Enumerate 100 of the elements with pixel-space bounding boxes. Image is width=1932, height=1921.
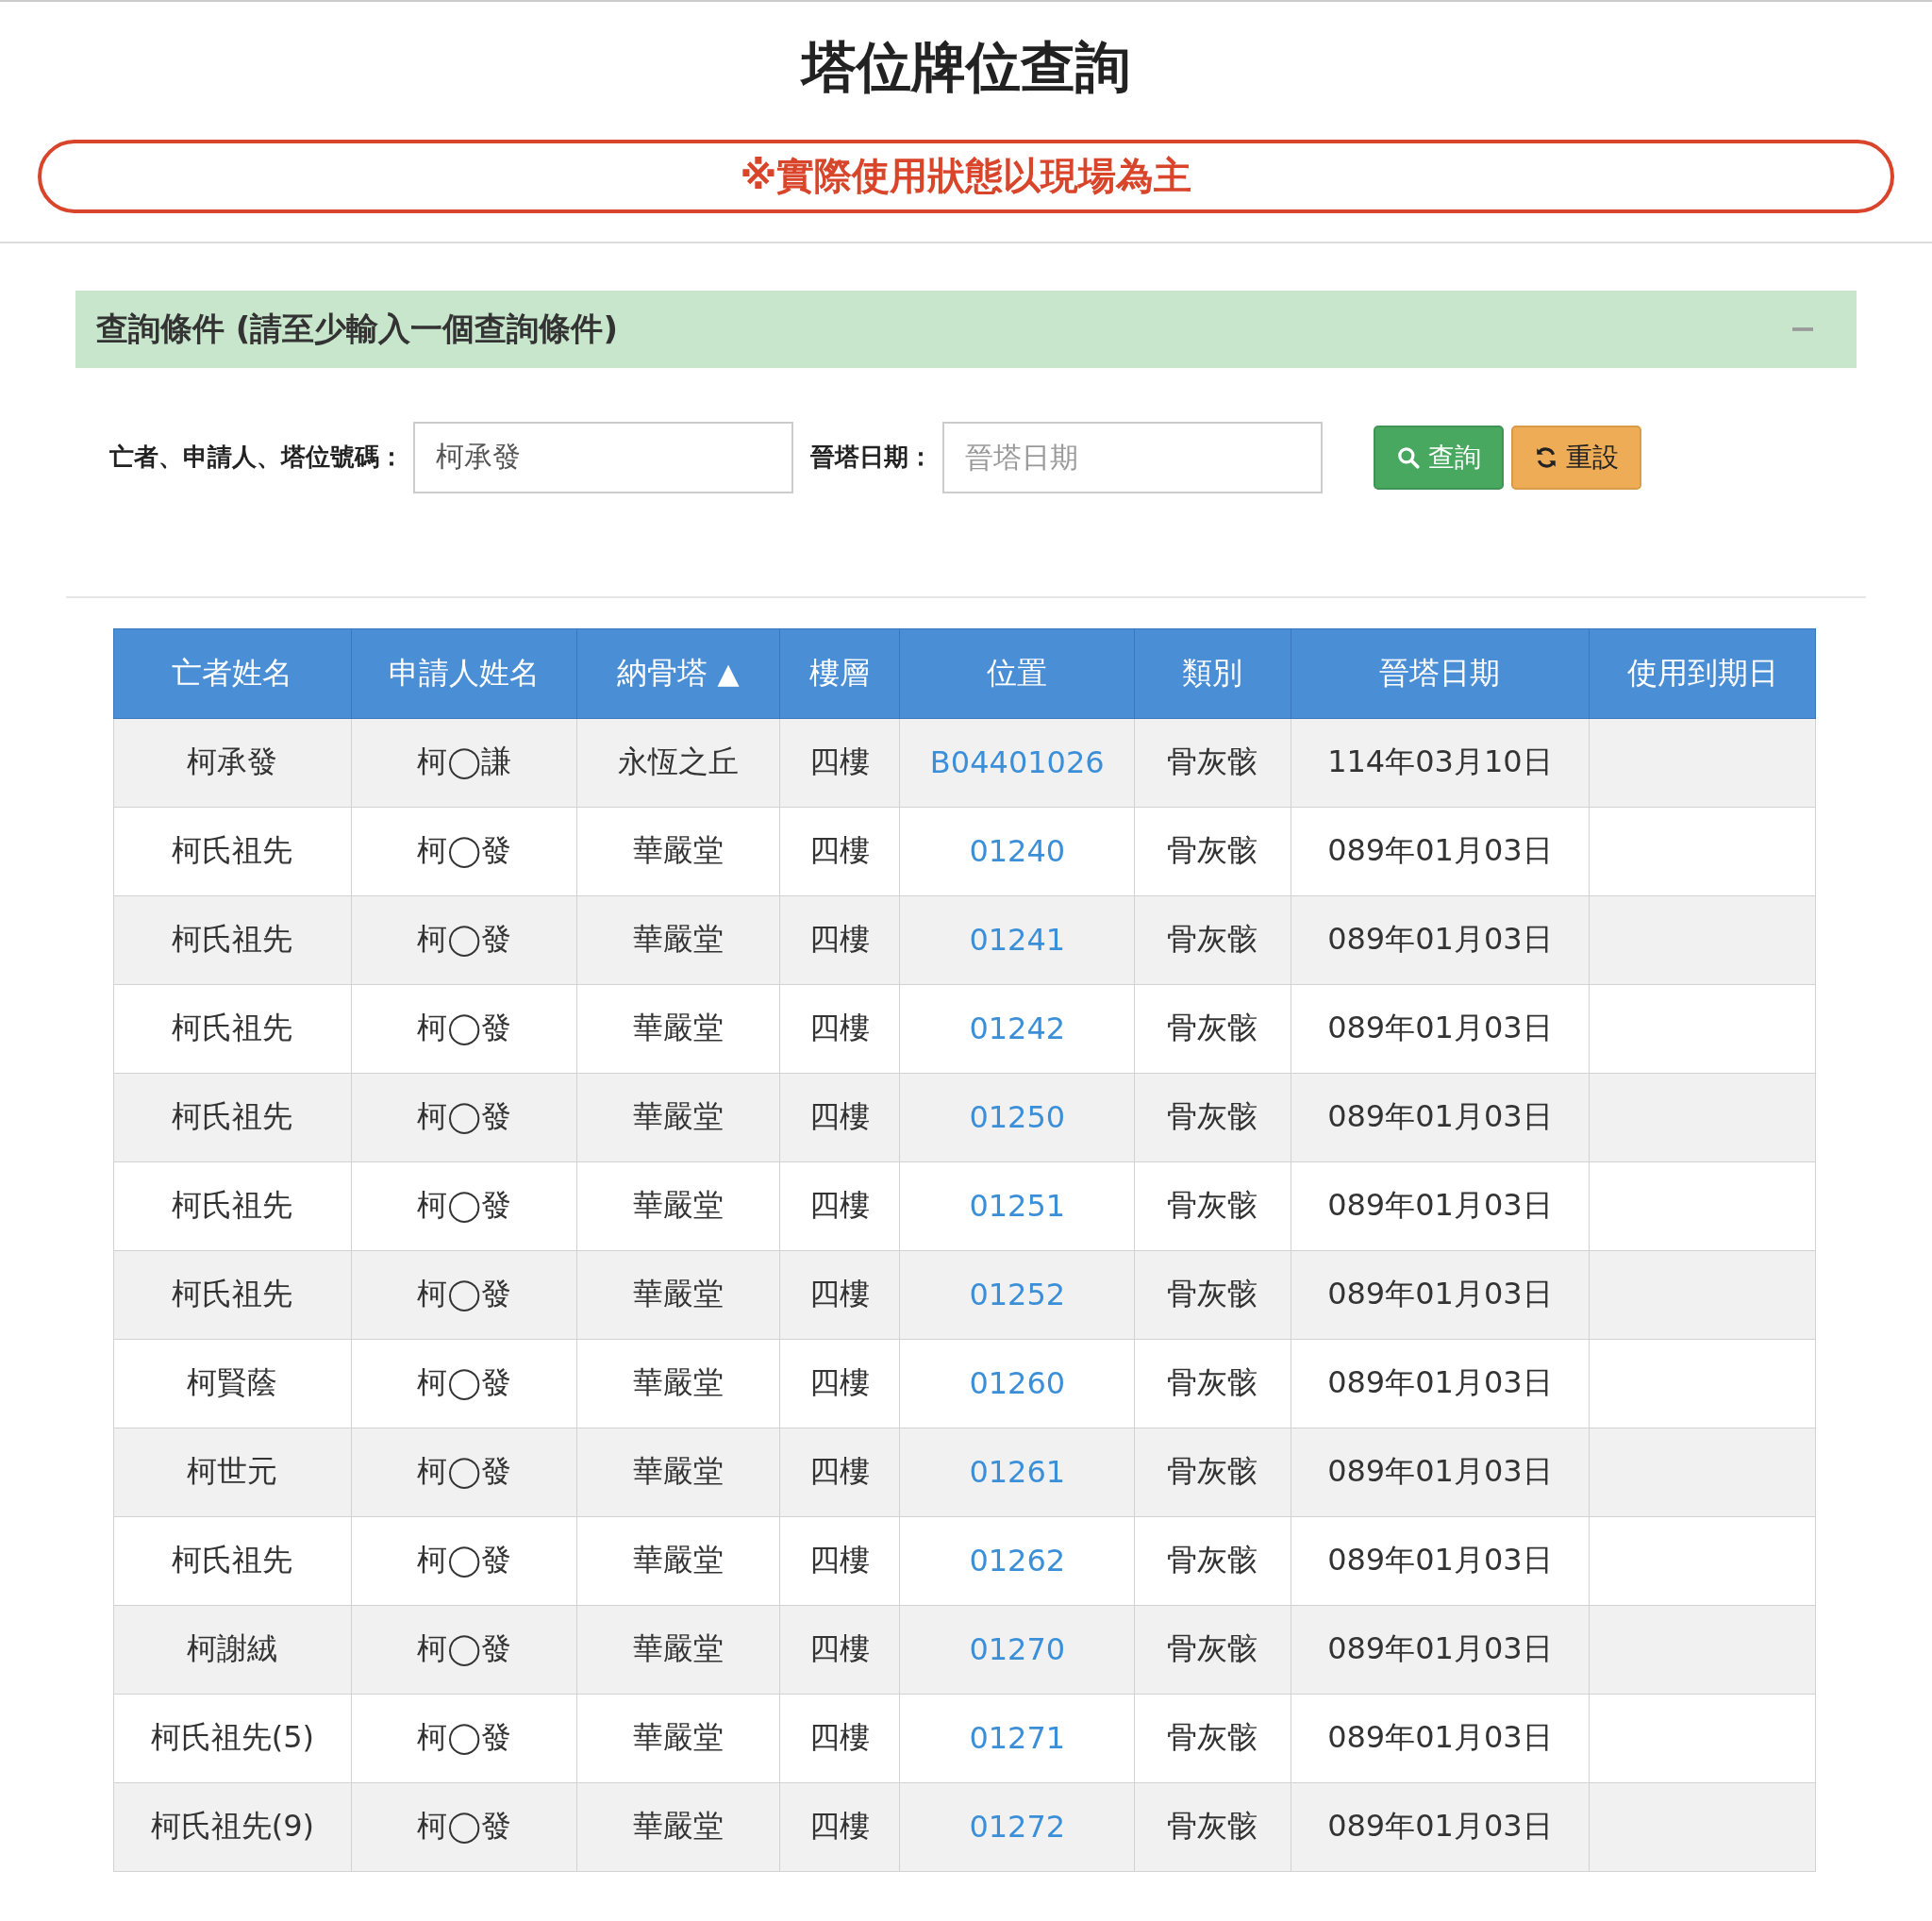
column-header[interactable]: 使用到期日	[1589, 628, 1816, 719]
table-cell: 柯◯發	[351, 984, 577, 1074]
position-link[interactable]: 01262	[899, 1516, 1135, 1606]
table-cell: 四樓	[779, 1605, 900, 1695]
table-cell: 089年01月03日	[1291, 1073, 1590, 1162]
position-link[interactable]: B04401026	[899, 718, 1135, 808]
table-cell: 華嚴堂	[576, 1339, 780, 1428]
table-cell: 089年01月03日	[1291, 1428, 1590, 1517]
input-field[interactable]: 晉塔日期	[942, 421, 1323, 493]
table-cell: 骨灰骸	[1134, 895, 1291, 985]
column-header[interactable]: 樓層	[779, 628, 900, 719]
position-link[interactable]: 01270	[899, 1605, 1135, 1695]
position-link[interactable]: 01240	[899, 807, 1135, 896]
table-cell: 華嚴堂	[576, 1605, 780, 1695]
table-cell: 柯◯謙	[351, 718, 577, 808]
table-cell: 柯◯發	[351, 1782, 577, 1872]
table-cell: 四樓	[779, 1428, 900, 1517]
table-cell: 089年01月03日	[1291, 1250, 1590, 1340]
table-cell: 089年01月03日	[1291, 895, 1590, 985]
table-cell: 柯◯發	[351, 1428, 577, 1517]
table-cell: 四樓	[779, 1250, 900, 1340]
position-link[interactable]: 01251	[899, 1161, 1135, 1251]
table-cell: 柯◯發	[351, 895, 577, 985]
table-cell: 柯◯發	[351, 807, 577, 896]
table-cell: 華嚴堂	[576, 1516, 780, 1606]
table-cell: 柯◯發	[351, 1605, 577, 1695]
table-cell: 華嚴堂	[576, 1161, 780, 1251]
column-header[interactable]: 位置	[899, 628, 1135, 719]
position-link[interactable]: 01241	[899, 895, 1135, 985]
table-cell: 永恆之丘	[576, 718, 780, 808]
table-cell: 089年01月03日	[1291, 1694, 1590, 1783]
table-cell: 華嚴堂	[576, 895, 780, 985]
table-cell: 華嚴堂	[576, 807, 780, 896]
table-cell: 四樓	[779, 718, 900, 808]
table-cell: 柯◯發	[351, 1073, 577, 1162]
table-cell: 柯◯發	[351, 1516, 577, 1606]
table-cell: 骨灰骸	[1134, 1694, 1291, 1783]
position-link[interactable]: 01261	[899, 1428, 1135, 1517]
position-link[interactable]: 01260	[899, 1339, 1135, 1428]
table-cell: 四樓	[779, 1073, 900, 1162]
table-cell: 骨灰骸	[1134, 984, 1291, 1074]
table-cell: 089年01月03日	[1291, 807, 1590, 896]
position-link[interactable]: 01271	[899, 1694, 1135, 1783]
table-cell: 四樓	[779, 1339, 900, 1428]
column-header[interactable]: 類別	[1134, 628, 1291, 719]
field-label: 晉塔日期：	[810, 442, 933, 474]
table-cell: 骨灰骸	[1134, 1516, 1291, 1606]
table-cell: 089年01月03日	[1291, 1782, 1590, 1872]
table-cell: 089年01月03日	[1291, 1339, 1590, 1428]
table-cell: 089年01月03日	[1291, 984, 1590, 1074]
position-link[interactable]: 01250	[899, 1073, 1135, 1162]
table-cell: 柯◯發	[351, 1339, 577, 1428]
search-button[interactable]: 查詢	[1374, 425, 1504, 490]
table-cell: 四樓	[779, 895, 900, 985]
page-title: 塔位牌位查詢	[799, 34, 1131, 101]
notice-text: ※實際使用狀態以現場為主	[740, 153, 1192, 200]
table-cell: 骨灰骸	[1134, 1250, 1291, 1340]
table-cell: 柯氏祖先	[113, 984, 352, 1074]
column-header[interactable]: 晉塔日期	[1291, 628, 1590, 719]
refresh-icon	[1534, 444, 1558, 470]
table-cell: 華嚴堂	[576, 984, 780, 1074]
table-cell: 柯氏祖先	[113, 895, 352, 985]
sort-indicator: ▲	[717, 656, 740, 690]
column-header[interactable]: 納骨塔 ▲	[576, 628, 780, 719]
table-cell: 骨灰骸	[1134, 1161, 1291, 1251]
table-cell: 089年01月03日	[1291, 1605, 1590, 1695]
table-cell: 四樓	[779, 1161, 900, 1251]
search-icon	[1396, 444, 1421, 470]
position-link[interactable]: 01272	[899, 1782, 1135, 1872]
table-cell: 四樓	[779, 984, 900, 1074]
table-cell: 骨灰骸	[1134, 1073, 1291, 1162]
table-cell: 089年01月03日	[1291, 1516, 1590, 1606]
table-cell: 華嚴堂	[576, 1428, 780, 1517]
column-header[interactable]: 申請人姓名	[351, 628, 577, 719]
table-cell: 柯◯發	[351, 1161, 577, 1251]
table-cell: 四樓	[779, 1694, 900, 1783]
field-label: 亡者、申請人、塔位號碼：	[109, 442, 404, 474]
table-cell: 柯氏祖先(5)	[113, 1694, 352, 1783]
column-header[interactable]: 亡者姓名	[113, 628, 352, 719]
table-cell: 柯承發	[113, 718, 352, 808]
input-field[interactable]: 柯承發	[413, 421, 793, 493]
table-cell: 114年03月10日	[1291, 718, 1590, 808]
table-cell: 柯◯發	[351, 1694, 577, 1783]
table-cell: 四樓	[779, 1516, 900, 1606]
position-link[interactable]: 01242	[899, 984, 1135, 1074]
table-cell: 骨灰骸	[1134, 718, 1291, 808]
position-link[interactable]: 01252	[899, 1250, 1135, 1340]
table-cell: 骨灰骸	[1134, 1605, 1291, 1695]
table-cell: 089年01月03日	[1291, 1161, 1590, 1251]
table-cell: 骨灰骸	[1134, 1339, 1291, 1428]
table-cell: 華嚴堂	[576, 1250, 780, 1340]
table-cell: 骨灰骸	[1134, 1428, 1291, 1517]
reset-button[interactable]: 重設	[1511, 425, 1641, 490]
table-cell: 骨灰骸	[1134, 1782, 1291, 1872]
table-cell: 華嚴堂	[576, 1694, 780, 1783]
table-cell: 柯氏祖先	[113, 1250, 352, 1340]
table-cell: 華嚴堂	[576, 1073, 780, 1162]
table-cell: 柯氏祖先	[113, 1516, 352, 1606]
table-cell: 柯◯發	[351, 1250, 577, 1340]
table-cell: 柯氏祖先	[113, 1073, 352, 1162]
